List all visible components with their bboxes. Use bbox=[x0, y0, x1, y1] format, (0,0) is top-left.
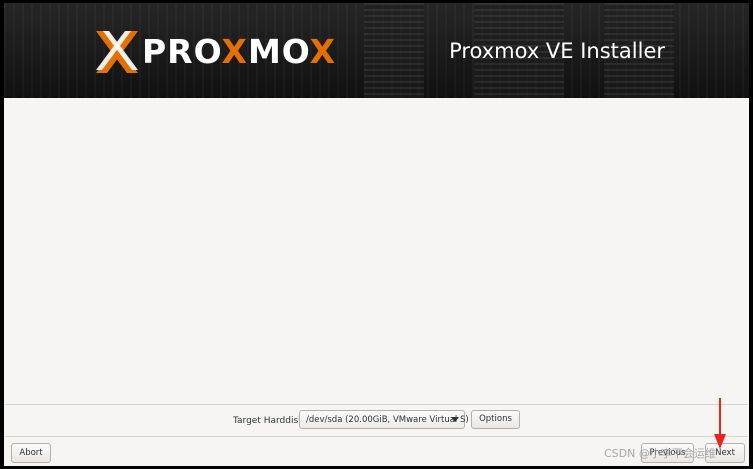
logo-text-mo: MO bbox=[247, 32, 310, 71]
main-content-area bbox=[5, 98, 748, 405]
logo-text-x: X bbox=[221, 32, 248, 71]
header-banner: PROXMOX Proxmox VE Installer bbox=[4, 3, 749, 98]
installer-window: PROXMOX Proxmox VE Installer Target Hard… bbox=[4, 3, 749, 466]
target-harddisk-select[interactable]: /dev/sda (20.00GiB, VMware Virtual S) bbox=[299, 410, 469, 429]
installer-title: Proxmox VE Installer bbox=[449, 39, 665, 63]
dropdown-arrow-icon bbox=[451, 417, 459, 422]
navigation-bar: Abort Previous Next bbox=[4, 437, 749, 466]
target-disk-row: Target Harddisk /dev/sda (20.00GiB, VMwa… bbox=[4, 405, 749, 436]
selected-disk-value: /dev/sda (20.00GiB, VMware Virtual S) bbox=[306, 415, 469, 425]
previous-button[interactable]: Previous bbox=[641, 443, 694, 463]
next-button[interactable]: Next bbox=[705, 443, 745, 463]
proxmox-x-icon bbox=[96, 31, 138, 73]
logo-text-pro: PRO bbox=[142, 32, 222, 71]
abort-button[interactable]: Abort bbox=[11, 443, 51, 463]
options-button[interactable]: Options bbox=[471, 410, 520, 429]
target-harddisk-label: Target Harddisk bbox=[233, 416, 304, 426]
proxmox-wordmark: PROXMOX bbox=[142, 33, 336, 71]
proxmox-logo: PROXMOX bbox=[94, 27, 384, 77]
logo-text-x2: X bbox=[309, 32, 337, 71]
